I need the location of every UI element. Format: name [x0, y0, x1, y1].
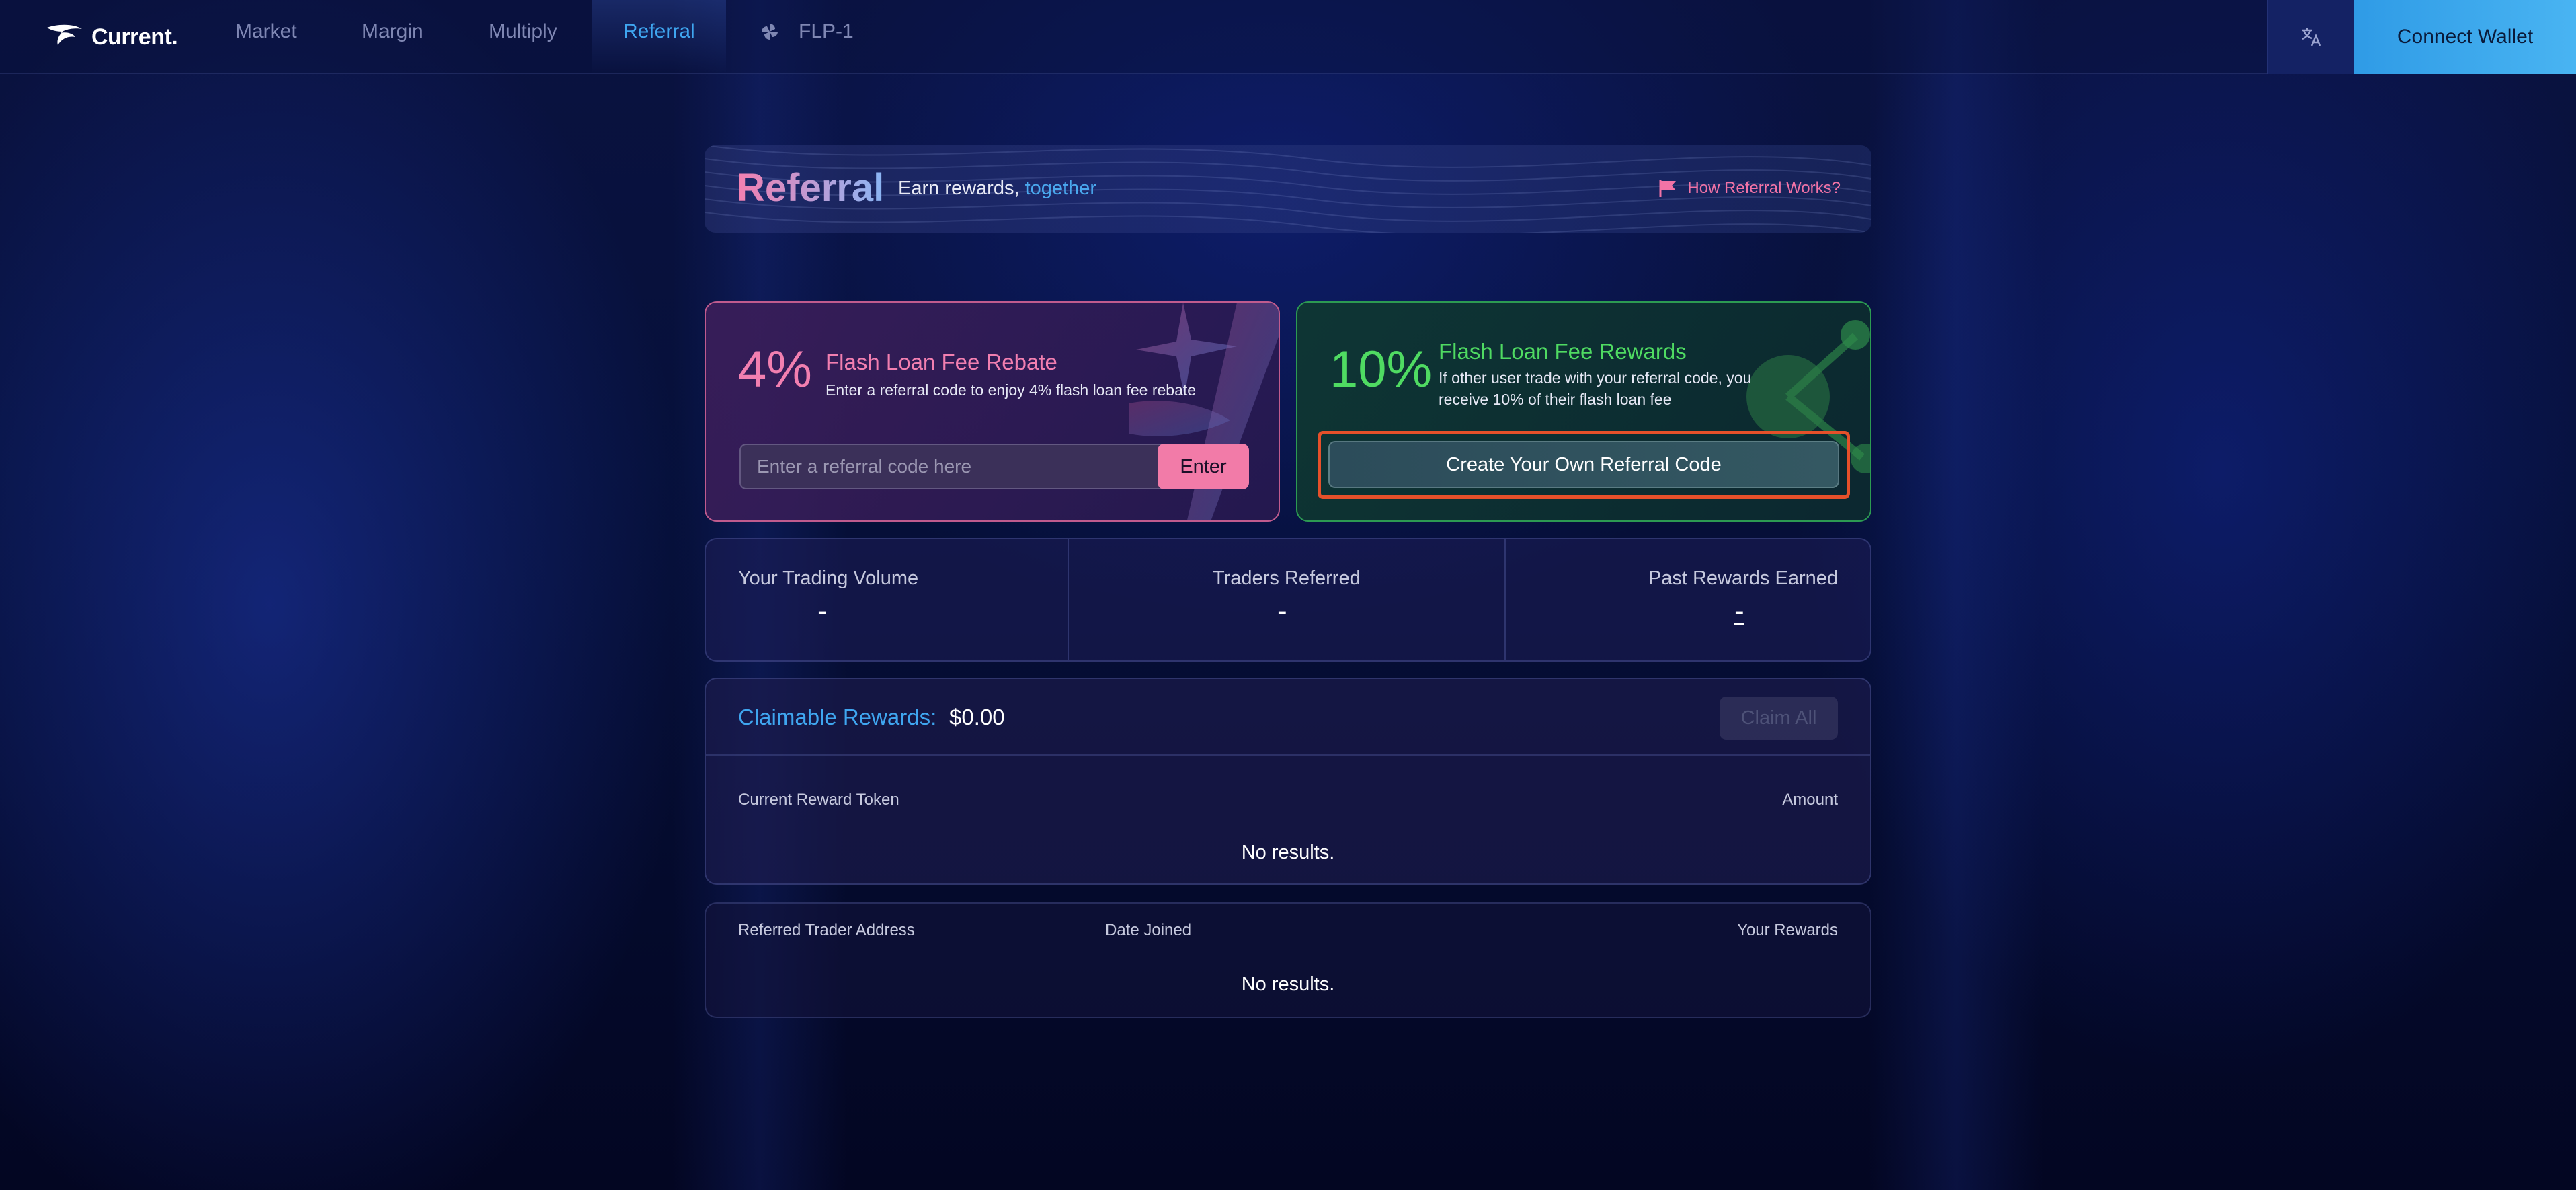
referred-empty-state: No results. — [1241, 974, 1335, 995]
fee-rebate-card: 4% Flash Loan Fee Rebate Enter a referra… — [705, 301, 1280, 522]
rebate-title: Flash Loan Fee Rebate — [826, 350, 1057, 374]
page-subtitle: Earn rewards, together — [898, 177, 1096, 200]
create-referral-code-button[interactable]: Create Your Own Referral Code — [1328, 441, 1839, 488]
claim-all-button[interactable]: Claim All — [1720, 697, 1838, 740]
column-your-rewards: Your Rewards — [1737, 921, 1838, 939]
top-navbar: Current. Market Margin Multiply Referral… — [0, 0, 2576, 74]
connect-wallet-button[interactable]: Connect Wallet — [2354, 0, 2576, 74]
referred-traders-table: Referred Trader Address Date Joined Your… — [705, 902, 1871, 1018]
rebate-percent: 4% — [738, 341, 812, 398]
nav-multiply[interactable]: Multiply — [489, 20, 557, 43]
flp-label: FLP-1 — [799, 20, 854, 42]
current-logo-icon — [47, 24, 82, 45]
column-amount: Amount — [1782, 791, 1838, 809]
rewards-description: If other user trade with your referral c… — [1439, 367, 1815, 410]
rewards-description-line-1: If other user trade with your referral c… — [1439, 369, 1752, 387]
column-trader-address: Referred Trader Address — [738, 921, 915, 939]
claimable-rewards-amount: $0.00 — [949, 705, 1005, 729]
rewards-percent: 10% — [1330, 341, 1433, 398]
trading-volume-value: - — [817, 594, 828, 627]
background-stripe — [1869, 0, 2044, 1190]
rewards-description-line-2: receive 10% of their flash loan fee — [1439, 391, 1672, 408]
traders-referred-label: Traders Referred — [1213, 567, 1361, 589]
nav-referral[interactable]: Referral — [623, 20, 695, 43]
nav-market[interactable]: Market — [235, 20, 297, 43]
page-title: Referral — [737, 166, 885, 210]
subtitle-accent: together — [1024, 177, 1096, 199]
referral-stats-panel: Your Trading Volume - Traders Referred -… — [705, 538, 1871, 662]
referral-header-banner: Referral Earn rewards, together How Refe… — [705, 145, 1871, 233]
nav-margin[interactable]: Margin — [362, 20, 424, 43]
column-date-joined: Date Joined — [1105, 921, 1192, 939]
flag-icon — [1659, 180, 1677, 197]
past-rewards-value[interactable]: - — [1734, 594, 1744, 628]
claimable-empty-state: No results. — [1241, 842, 1335, 863]
rebate-description: Enter a referral code to enjoy 4% flash … — [826, 381, 1197, 399]
claimable-rewards-label: Claimable Rewards: — [738, 705, 937, 729]
stats-divider — [1068, 539, 1069, 660]
traders-referred-value: - — [1277, 594, 1287, 627]
nav-flp[interactable]: FLP-1 — [760, 20, 854, 43]
past-rewards-label: Past Rewards Earned — [1648, 567, 1838, 589]
trading-volume-label: Your Trading Volume — [738, 567, 919, 589]
stats-divider — [1504, 539, 1506, 660]
app-logo[interactable]: Current. — [44, 20, 178, 54]
translate-icon — [2302, 28, 2321, 46]
enter-code-button[interactable]: Enter — [1158, 444, 1249, 489]
app-name: Current. — [91, 24, 178, 50]
subtitle-prefix: Earn rewards, — [898, 177, 1020, 199]
language-button[interactable] — [2267, 0, 2354, 74]
claimable-rewards-header: Claimable Rewards: $0.00 Claim All — [706, 679, 1870, 756]
how-referral-works-label: How Referral Works? — [1687, 179, 1841, 197]
claimable-rewards-panel: Claimable Rewards: $0.00 Claim All Curre… — [705, 678, 1871, 885]
how-referral-works-link[interactable]: How Referral Works? — [1658, 179, 1841, 198]
pinwheel-icon — [762, 24, 778, 40]
rewards-title: Flash Loan Fee Rewards — [1439, 339, 1687, 364]
column-reward-token: Current Reward Token — [738, 791, 899, 809]
